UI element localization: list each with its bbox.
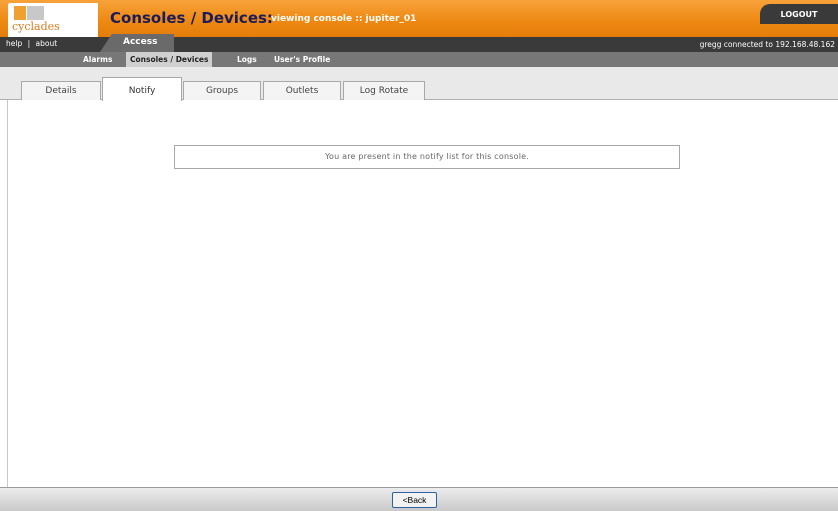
tab-details[interactable]: Details bbox=[21, 81, 101, 100]
tab-log-rotate[interactable]: Log Rotate bbox=[343, 81, 425, 100]
notify-status-message: You are present in the notify list for t… bbox=[174, 145, 680, 169]
link-separator: | bbox=[27, 39, 31, 48]
header-bar: cyclades Consoles / Devices: viewing con… bbox=[0, 0, 838, 37]
page-title: Consoles / Devices: bbox=[110, 9, 273, 27]
subnav-item-users-profile[interactable]: User's Profile bbox=[270, 52, 334, 67]
subnav-item-consoles-devices[interactable]: Consoles / Devices bbox=[126, 52, 213, 67]
tab-strip: Details Notify Groups Outlets Log Rotate bbox=[0, 67, 838, 101]
help-links: help | about bbox=[6, 39, 57, 48]
tab-groups[interactable]: Groups bbox=[183, 81, 261, 100]
back-button[interactable]: <Back bbox=[392, 492, 437, 508]
viewing-console-label: viewing console :: jupiter_01 bbox=[271, 14, 417, 24]
cyclades-logo[interactable]: cyclades bbox=[8, 3, 98, 37]
logo-mark-icon bbox=[14, 6, 46, 20]
subnav-item-alarms[interactable]: Alarms bbox=[79, 52, 116, 67]
footer-bar: <Back bbox=[0, 487, 838, 511]
top-nav-bar: help | about Access gregg connected to 1… bbox=[0, 34, 838, 52]
access-tab[interactable]: Access bbox=[100, 34, 174, 52]
logout-button[interactable]: LOGOUT bbox=[760, 4, 838, 24]
connection-status: gregg connected to 192.168.48.162 bbox=[699, 40, 835, 49]
subnav-item-logs[interactable]: Logs bbox=[233, 52, 261, 67]
tab-notify[interactable]: Notify bbox=[102, 77, 182, 101]
logo-text: cyclades bbox=[12, 20, 60, 33]
sub-nav-bar: Alarms Consoles / Devices Logs User's Pr… bbox=[0, 52, 838, 67]
main-content: You are present in the notify list for t… bbox=[7, 100, 838, 487]
access-tab-label: Access bbox=[123, 37, 158, 47]
help-link[interactable]: help bbox=[6, 39, 22, 48]
about-link[interactable]: about bbox=[36, 39, 58, 48]
tab-outlets[interactable]: Outlets bbox=[263, 81, 341, 100]
